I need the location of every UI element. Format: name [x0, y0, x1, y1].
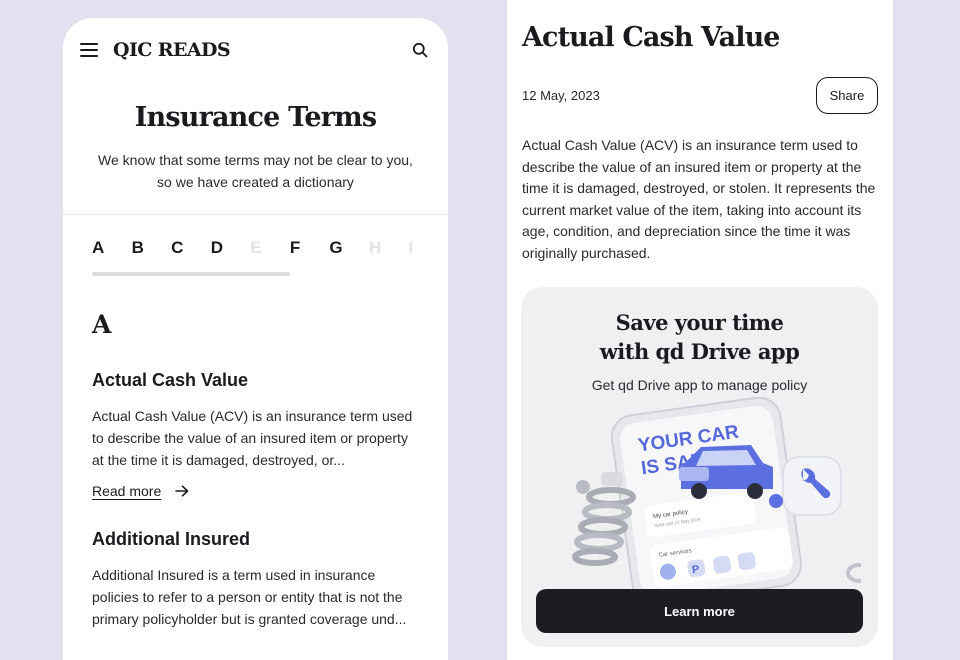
article-meta: 12 May, 2023 Share	[522, 77, 878, 114]
term-title[interactable]: Additional Insured	[92, 529, 419, 550]
alphabet-nav: A B C D E F G H I	[63, 237, 448, 259]
ball-shape	[576, 480, 590, 494]
section-letter: A	[92, 310, 112, 339]
alphabet-letter-i: I	[408, 238, 414, 257]
page-subtitle: We know that some terms may not be clear…	[98, 152, 413, 190]
menu-icon[interactable]	[80, 43, 98, 57]
term-item: Actual Cash Value Actual Cash Value (ACV…	[63, 370, 448, 499]
promo-title-line1: Save your time	[615, 310, 784, 335]
read-more-link[interactable]: Read more	[92, 483, 419, 499]
alphabet-letter-f[interactable]: F	[290, 238, 330, 258]
alphabet-letter-g[interactable]: G	[329, 238, 369, 258]
alphabet-letter-b[interactable]: B	[132, 238, 172, 258]
dictionary-screen: QIC READS Insurance Terms We know that s…	[63, 18, 448, 660]
term-title[interactable]: Actual Cash Value	[92, 370, 419, 391]
article-body: Actual Cash Value (ACV) is an insurance …	[522, 137, 876, 261]
term-description: Additional Insured is a term used in ins…	[92, 567, 407, 627]
wrench-icon	[782, 456, 842, 516]
alphabet-scrollbar[interactable]	[92, 272, 290, 276]
divider	[63, 214, 448, 215]
article-screen: Actual Cash Value 12 May, 2023 Share Act…	[507, 0, 893, 660]
alphabet-letter-e: E	[250, 238, 262, 257]
app-logo[interactable]: QIC READS	[113, 39, 231, 61]
learn-more-button[interactable]: Learn more	[536, 589, 863, 633]
app-header: QIC READS	[63, 18, 448, 82]
page-title: Insurance Terms	[134, 102, 377, 133]
term-description: Actual Cash Value (ACV) is an insurance …	[92, 408, 413, 468]
article-date: 12 May, 2023	[522, 88, 600, 103]
term-item: Additional Insured Additional Insured is…	[63, 529, 448, 630]
promo-title-line2: with qd Drive app	[599, 339, 800, 364]
read-more-label[interactable]: Read more	[92, 483, 161, 499]
arrow-right-icon[interactable]	[175, 485, 189, 497]
app-promo-card: Save your time with qd Drive app Get qd …	[521, 287, 878, 647]
alphabet-letter-d[interactable]: D	[211, 238, 251, 258]
phone-app-illustration: YOUR CAR IS SAFE My car policy Valid unt…	[572, 397, 861, 597]
alphabet-letter-c[interactable]: C	[171, 238, 211, 258]
promo-subtitle: Get qd Drive app to manage policy	[591, 377, 808, 393]
alphabet-letter-h: H	[368, 238, 382, 257]
share-button[interactable]: Share	[816, 77, 878, 114]
alphabet-letter-a[interactable]: A	[92, 238, 132, 258]
search-icon[interactable]	[409, 39, 431, 61]
article-title: Actual Cash Value	[522, 22, 780, 53]
promo-title: Save your time with qd Drive app	[521, 308, 878, 366]
